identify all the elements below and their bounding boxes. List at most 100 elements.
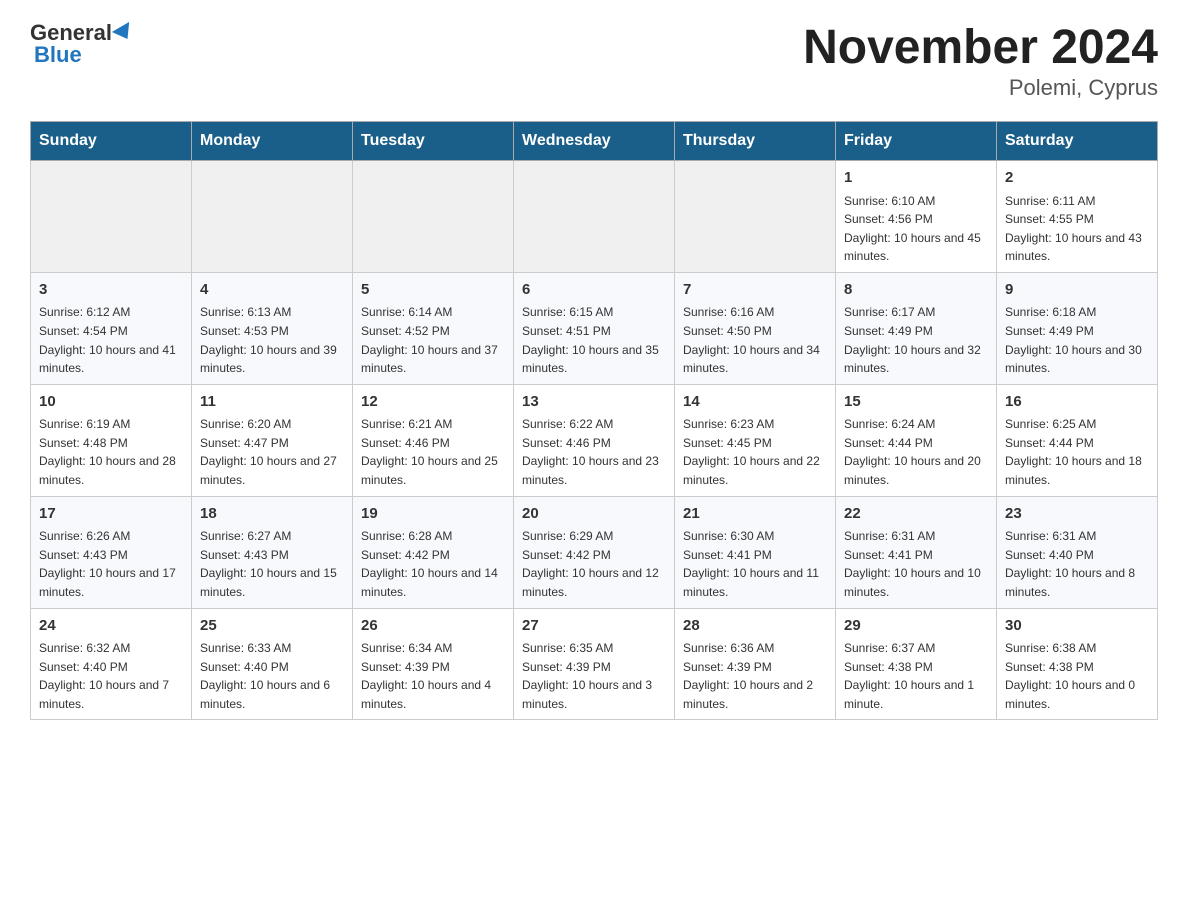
day-info: Sunrise: 6:31 AM Sunset: 4:41 PM Dayligh… [844,527,988,601]
day-info: Sunrise: 6:32 AM Sunset: 4:40 PM Dayligh… [39,639,183,713]
calendar-cell: 6Sunrise: 6:15 AM Sunset: 4:51 PM Daylig… [514,272,675,384]
logo-blue-label: Blue [34,42,82,68]
logo: General Blue [30,20,134,68]
weekday-header-tuesday: Tuesday [353,122,514,161]
calendar-cell: 30Sunrise: 6:38 AM Sunset: 4:38 PM Dayli… [997,608,1158,720]
day-number: 27 [522,615,666,638]
calendar-cell: 27Sunrise: 6:35 AM Sunset: 4:39 PM Dayli… [514,608,675,720]
calendar-cell [31,161,192,273]
calendar-cell [353,161,514,273]
day-number: 28 [683,615,827,638]
logo-triangle-icon [112,22,136,44]
day-number: 2 [1005,167,1149,190]
day-info: Sunrise: 6:10 AM Sunset: 4:56 PM Dayligh… [844,192,988,266]
day-number: 26 [361,615,505,638]
day-info: Sunrise: 6:38 AM Sunset: 4:38 PM Dayligh… [1005,639,1149,713]
calendar-cell [192,161,353,273]
day-info: Sunrise: 6:25 AM Sunset: 4:44 PM Dayligh… [1005,415,1149,489]
calendar-cell: 17Sunrise: 6:26 AM Sunset: 4:43 PM Dayli… [31,496,192,608]
day-number: 10 [39,391,183,414]
page-header: General Blue November 2024 Polemi, Cypru… [30,20,1158,101]
day-info: Sunrise: 6:24 AM Sunset: 4:44 PM Dayligh… [844,415,988,489]
day-info: Sunrise: 6:12 AM Sunset: 4:54 PM Dayligh… [39,303,183,377]
day-info: Sunrise: 6:35 AM Sunset: 4:39 PM Dayligh… [522,639,666,713]
day-info: Sunrise: 6:37 AM Sunset: 4:38 PM Dayligh… [844,639,988,713]
calendar-cell: 14Sunrise: 6:23 AM Sunset: 4:45 PM Dayli… [675,384,836,496]
day-number: 30 [1005,615,1149,638]
calendar-cell: 29Sunrise: 6:37 AM Sunset: 4:38 PM Dayli… [836,608,997,720]
calendar-cell: 13Sunrise: 6:22 AM Sunset: 4:46 PM Dayli… [514,384,675,496]
day-number: 21 [683,503,827,526]
day-number: 22 [844,503,988,526]
day-info: Sunrise: 6:20 AM Sunset: 4:47 PM Dayligh… [200,415,344,489]
calendar-cell: 18Sunrise: 6:27 AM Sunset: 4:43 PM Dayli… [192,496,353,608]
calendar-cell: 22Sunrise: 6:31 AM Sunset: 4:41 PM Dayli… [836,496,997,608]
calendar-row-5: 24Sunrise: 6:32 AM Sunset: 4:40 PM Dayli… [31,608,1158,720]
day-info: Sunrise: 6:18 AM Sunset: 4:49 PM Dayligh… [1005,303,1149,377]
calendar-table: SundayMondayTuesdayWednesdayThursdayFrid… [30,121,1158,720]
day-info: Sunrise: 6:19 AM Sunset: 4:48 PM Dayligh… [39,415,183,489]
weekday-header-friday: Friday [836,122,997,161]
calendar-cell: 7Sunrise: 6:16 AM Sunset: 4:50 PM Daylig… [675,272,836,384]
day-info: Sunrise: 6:31 AM Sunset: 4:40 PM Dayligh… [1005,527,1149,601]
calendar-cell [514,161,675,273]
calendar-cell: 23Sunrise: 6:31 AM Sunset: 4:40 PM Dayli… [997,496,1158,608]
day-number: 17 [39,503,183,526]
day-number: 15 [844,391,988,414]
calendar-cell: 19Sunrise: 6:28 AM Sunset: 4:42 PM Dayli… [353,496,514,608]
day-info: Sunrise: 6:16 AM Sunset: 4:50 PM Dayligh… [683,303,827,377]
weekday-header-thursday: Thursday [675,122,836,161]
day-info: Sunrise: 6:21 AM Sunset: 4:46 PM Dayligh… [361,415,505,489]
calendar-cell: 24Sunrise: 6:32 AM Sunset: 4:40 PM Dayli… [31,608,192,720]
day-info: Sunrise: 6:27 AM Sunset: 4:43 PM Dayligh… [200,527,344,601]
day-info: Sunrise: 6:26 AM Sunset: 4:43 PM Dayligh… [39,527,183,601]
calendar-cell: 11Sunrise: 6:20 AM Sunset: 4:47 PM Dayli… [192,384,353,496]
weekday-header-row: SundayMondayTuesdayWednesdayThursdayFrid… [31,122,1158,161]
day-number: 19 [361,503,505,526]
day-number: 11 [200,391,344,414]
day-info: Sunrise: 6:15 AM Sunset: 4:51 PM Dayligh… [522,303,666,377]
calendar-title: November 2024 [803,20,1158,75]
day-info: Sunrise: 6:29 AM Sunset: 4:42 PM Dayligh… [522,527,666,601]
calendar-cell: 3Sunrise: 6:12 AM Sunset: 4:54 PM Daylig… [31,272,192,384]
day-number: 7 [683,279,827,302]
day-info: Sunrise: 6:34 AM Sunset: 4:39 PM Dayligh… [361,639,505,713]
day-info: Sunrise: 6:28 AM Sunset: 4:42 PM Dayligh… [361,527,505,601]
day-number: 16 [1005,391,1149,414]
calendar-cell: 8Sunrise: 6:17 AM Sunset: 4:49 PM Daylig… [836,272,997,384]
calendar-cell: 25Sunrise: 6:33 AM Sunset: 4:40 PM Dayli… [192,608,353,720]
calendar-cell: 2Sunrise: 6:11 AM Sunset: 4:55 PM Daylig… [997,161,1158,273]
day-info: Sunrise: 6:36 AM Sunset: 4:39 PM Dayligh… [683,639,827,713]
calendar-cell: 28Sunrise: 6:36 AM Sunset: 4:39 PM Dayli… [675,608,836,720]
day-number: 25 [200,615,344,638]
day-number: 13 [522,391,666,414]
day-number: 18 [200,503,344,526]
day-number: 5 [361,279,505,302]
calendar-row-3: 10Sunrise: 6:19 AM Sunset: 4:48 PM Dayli… [31,384,1158,496]
day-number: 3 [39,279,183,302]
calendar-cell: 5Sunrise: 6:14 AM Sunset: 4:52 PM Daylig… [353,272,514,384]
calendar-cell: 16Sunrise: 6:25 AM Sunset: 4:44 PM Dayli… [997,384,1158,496]
day-info: Sunrise: 6:33 AM Sunset: 4:40 PM Dayligh… [200,639,344,713]
calendar-row-4: 17Sunrise: 6:26 AM Sunset: 4:43 PM Dayli… [31,496,1158,608]
weekday-header-saturday: Saturday [997,122,1158,161]
calendar-cell: 12Sunrise: 6:21 AM Sunset: 4:46 PM Dayli… [353,384,514,496]
day-info: Sunrise: 6:22 AM Sunset: 4:46 PM Dayligh… [522,415,666,489]
calendar-cell: 1Sunrise: 6:10 AM Sunset: 4:56 PM Daylig… [836,161,997,273]
weekday-header-sunday: Sunday [31,122,192,161]
day-number: 4 [200,279,344,302]
weekday-header-wednesday: Wednesday [514,122,675,161]
day-info: Sunrise: 6:23 AM Sunset: 4:45 PM Dayligh… [683,415,827,489]
day-number: 23 [1005,503,1149,526]
day-info: Sunrise: 6:13 AM Sunset: 4:53 PM Dayligh… [200,303,344,377]
calendar-row-2: 3Sunrise: 6:12 AM Sunset: 4:54 PM Daylig… [31,272,1158,384]
day-number: 14 [683,391,827,414]
calendar-cell: 15Sunrise: 6:24 AM Sunset: 4:44 PM Dayli… [836,384,997,496]
day-info: Sunrise: 6:30 AM Sunset: 4:41 PM Dayligh… [683,527,827,601]
calendar-cell: 9Sunrise: 6:18 AM Sunset: 4:49 PM Daylig… [997,272,1158,384]
title-block: November 2024 Polemi, Cyprus [803,20,1158,101]
day-number: 9 [1005,279,1149,302]
calendar-cell [675,161,836,273]
day-number: 1 [844,167,988,190]
calendar-cell: 20Sunrise: 6:29 AM Sunset: 4:42 PM Dayli… [514,496,675,608]
